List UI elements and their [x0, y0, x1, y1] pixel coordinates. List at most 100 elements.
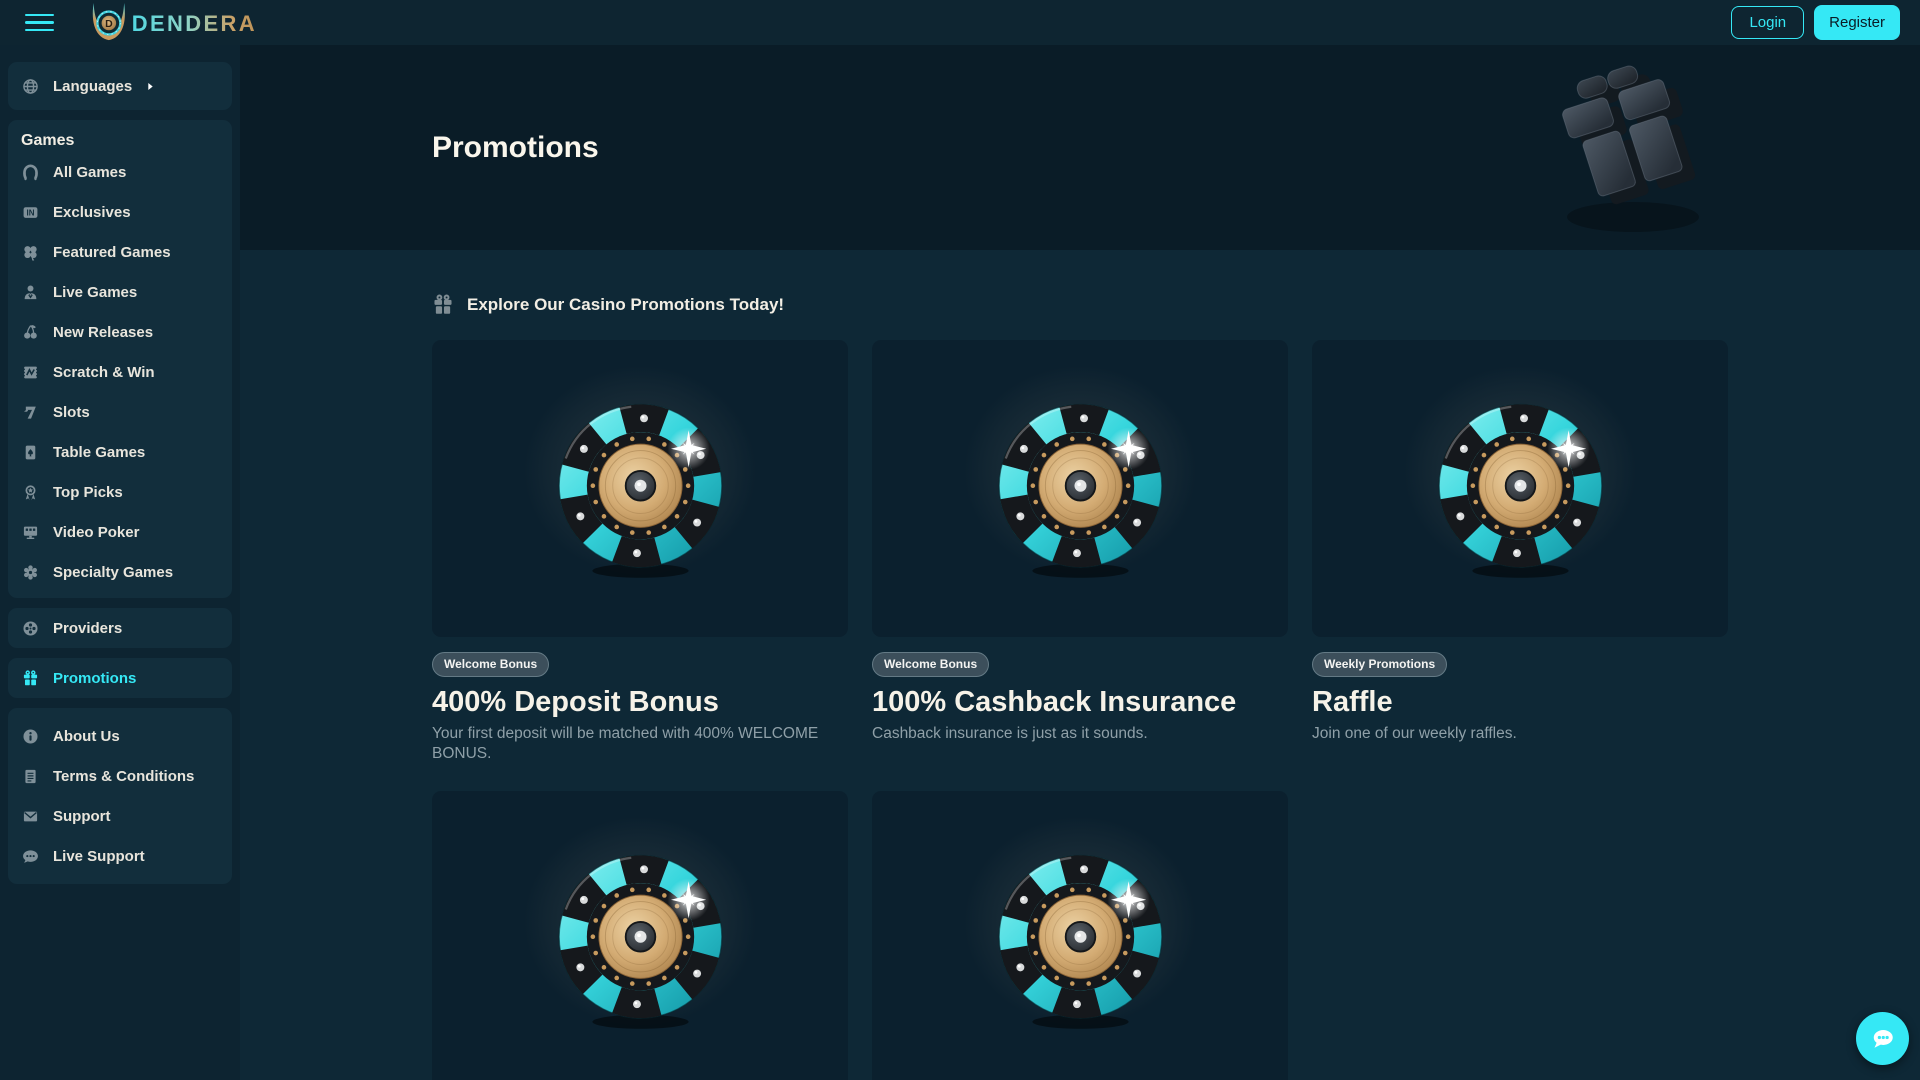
chat-bubble-icon	[1868, 1024, 1898, 1054]
sidebar-item-label: Top Picks	[53, 484, 123, 501]
sidebar-item-label: Providers	[53, 620, 122, 637]
login-button[interactable]: Login	[1731, 6, 1804, 39]
casino-chip-image	[872, 340, 1288, 637]
promo-badge: Weekly Promotions	[1312, 652, 1447, 677]
sidebar-item-table-games[interactable]: Table Games	[8, 432, 232, 472]
sidebar-item-live-support[interactable]: Live Support	[8, 836, 232, 876]
gift-3d-graphic	[1545, 59, 1730, 239]
dendera-logo[interactable]: D DENDERA	[84, 2, 254, 44]
promo-badge: Welcome Bonus	[872, 652, 989, 677]
games-section-title: Games	[8, 120, 232, 152]
promo-badge: Welcome Bonus	[432, 652, 549, 677]
playing-card-icon	[22, 444, 39, 461]
horseshoe-icon	[22, 164, 39, 181]
promo-title: 400% Deposit Bonus	[432, 686, 848, 719]
sidebar-item-terms-conditions[interactable]: Terms & Conditions	[8, 756, 232, 796]
promo-card-partial-1[interactable]	[432, 791, 848, 1080]
sidebar-item-featured-games[interactable]: Featured Games	[8, 232, 232, 272]
promo-title: 100% Cashback Insurance	[872, 686, 1288, 719]
sidebar-item-label: Video Poker	[53, 524, 139, 541]
lucky-seven-icon	[22, 404, 39, 421]
sidebar-item-providers[interactable]: Providers	[8, 608, 232, 648]
auth-actions: Login Register	[1731, 5, 1906, 40]
dendera-casino-page: D DENDERA Login Register Languages	[0, 0, 1920, 1080]
games-panel: Games All Games IN Exclusives	[8, 120, 232, 598]
dealer-icon	[22, 284, 39, 301]
sidebar-item-label: About Us	[53, 728, 120, 745]
sidebar-item-exclusives[interactable]: IN Exclusives	[8, 192, 232, 232]
promo-card-deposit-bonus[interactable]: Welcome Bonus 400% Deposit Bonus Your fi…	[432, 340, 848, 765]
promo-description: Your first deposit will be matched with …	[432, 724, 827, 765]
scratch-card-icon	[22, 364, 39, 381]
sidebar-item-top-picks[interactable]: Top Picks	[8, 472, 232, 512]
svg-text:IN: IN	[27, 208, 35, 217]
svg-text:D: D	[105, 17, 113, 29]
sidebar-item-label: Exclusives	[53, 204, 131, 221]
sidebar-item-new-releases[interactable]: New Releases	[8, 312, 232, 352]
sidebar-item-video-poker[interactable]: Video Poker	[8, 512, 232, 552]
sidebar-item-label: New Releases	[53, 324, 153, 341]
sidebar-item-about-us[interactable]: About Us	[8, 716, 232, 756]
hamburger-menu-icon[interactable]	[25, 14, 54, 32]
info-links-panel: About Us Terms & Conditions Support	[8, 708, 232, 884]
promo-title: Raffle	[1312, 686, 1728, 719]
sidebar-item-label: Terms & Conditions	[53, 768, 194, 785]
envelope-icon	[22, 808, 39, 825]
page-banner: Promotions	[240, 45, 1920, 250]
providers-panel: Providers	[8, 608, 232, 648]
promotions-panel: Promotions	[8, 658, 232, 698]
register-button[interactable]: Register	[1814, 5, 1900, 40]
gift-icon	[432, 294, 454, 316]
sidebar-item-label: All Games	[53, 164, 126, 181]
chat-bubble-icon	[22, 848, 39, 865]
film-reel-icon	[22, 620, 39, 637]
sidebar-item-label: Live Support	[53, 848, 145, 865]
section-heading: Explore Our Casino Promotions Today!	[432, 294, 784, 316]
gear-flower-icon	[22, 564, 39, 581]
promo-description: Join one of our weekly raffles.	[1312, 724, 1707, 744]
top-bar: D DENDERA Login Register	[0, 0, 1920, 45]
promotions-content: Explore Our Casino Promotions Today! Wel…	[240, 250, 1920, 1080]
exclusive-badge-icon: IN	[22, 204, 39, 221]
medal-icon	[22, 484, 39, 501]
promo-card-partial-2[interactable]	[872, 791, 1288, 1080]
promo-card-raffle[interactable]: Weekly Promotions Raffle Join one of our…	[1312, 340, 1728, 765]
live-chat-button[interactable]	[1856, 1012, 1909, 1065]
globe-icon	[22, 78, 39, 95]
promo-description: Cashback insurance is just as it sounds.	[872, 724, 1267, 744]
clover-icon	[22, 244, 39, 261]
sidebar-item-label: Featured Games	[53, 244, 171, 261]
casino-chip-image	[432, 791, 848, 1080]
gift-icon	[22, 670, 39, 687]
monitor-icon	[22, 524, 39, 541]
document-icon	[22, 768, 39, 785]
sidebar-item-label: Table Games	[53, 444, 145, 461]
casino-chip-image	[872, 791, 1288, 1080]
cherries-icon	[22, 324, 39, 341]
sidebar-item-promotions[interactable]: Promotions	[8, 658, 232, 698]
languages-panel: Languages	[8, 62, 232, 110]
sidebar-item-label: Specialty Games	[53, 564, 173, 581]
sidebar-item-label: Promotions	[53, 670, 136, 687]
sidebar-item-label: Scratch & Win	[53, 364, 155, 381]
page-title: Promotions	[432, 131, 599, 165]
sidebar-item-support[interactable]: Support	[8, 796, 232, 836]
sidebar-item-all-games[interactable]: All Games	[8, 152, 232, 192]
sidebar-item-label: Languages	[53, 78, 132, 95]
sidebar-item-live-games[interactable]: Live Games	[8, 272, 232, 312]
sidebar-item-label: Live Games	[53, 284, 137, 301]
casino-chip-image	[1312, 340, 1728, 637]
sidebar-item-specialty-games[interactable]: Specialty Games	[8, 552, 232, 592]
info-icon	[22, 728, 39, 745]
promo-card-cashback-insurance[interactable]: Welcome Bonus 100% Cashback Insurance Ca…	[872, 340, 1288, 765]
section-heading-text: Explore Our Casino Promotions Today!	[467, 295, 784, 315]
promo-cards-grid: Welcome Bonus 400% Deposit Bonus Your fi…	[432, 340, 1728, 1080]
sidebar-item-scratch-win[interactable]: Scratch & Win	[8, 352, 232, 392]
sidebar-item-languages[interactable]: Languages	[8, 62, 232, 110]
sidebar-item-label: Slots	[53, 404, 90, 421]
sidebar-item-slots[interactable]: Slots	[8, 392, 232, 432]
logo-wordmark: DENDERA	[132, 11, 254, 36]
sidebar-item-label: Support	[53, 808, 111, 825]
sidebar: Languages Games All Games IN	[0, 45, 240, 1080]
chevron-right-icon	[147, 82, 154, 91]
